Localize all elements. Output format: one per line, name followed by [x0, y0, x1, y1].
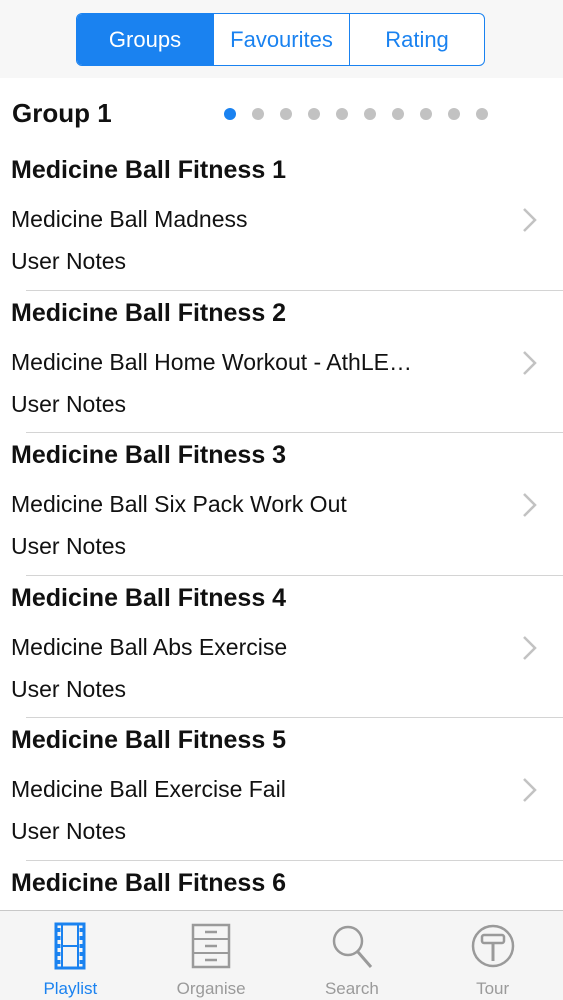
chevron-right-icon: [523, 208, 537, 232]
page-dot[interactable]: [336, 108, 348, 120]
segment-rating[interactable]: Rating: [349, 14, 484, 65]
list-item[interactable]: Medicine Ball Fitness 6: [0, 861, 563, 911]
item-subtitle: Medicine Ball Abs Exercise: [11, 633, 288, 660]
page-dot[interactable]: [476, 108, 488, 120]
list-item[interactable]: Medicine Ball Fitness 3 Medicine Ball Six…: [0, 433, 563, 576]
item-subtitle: Medicine Ball Exercise Fail: [11, 776, 286, 802]
tab-tour[interactable]: Tour: [422, 911, 563, 1000]
item-title: Medicine Ball Fitness 2: [11, 298, 287, 327]
magnifier-icon: [332, 925, 373, 968]
chevron-right-icon: [523, 778, 537, 802]
tab-search[interactable]: Search: [282, 911, 423, 1000]
tab-organise[interactable]: Organise: [141, 911, 282, 1000]
tab-bar: Playlist Organise Search Tour: [0, 910, 563, 1000]
view-segmented-control: Groups Favourites Rating: [76, 13, 485, 66]
item-title: Medicine Ball Fitness 4: [11, 583, 287, 612]
item-title: Medicine Ball Fitness 3: [11, 441, 287, 469]
tab-organise-label: Organise: [176, 979, 246, 998]
list-item[interactable]: Medicine Ball Fitness 1 Medicine Ball Mad…: [0, 148, 563, 291]
page-dot[interactable]: [280, 108, 292, 120]
item-subtitle: Medicine Ball Madness: [11, 206, 248, 232]
item-subtitle: Medicine Ball Six Pack Work Out: [11, 491, 347, 517]
tour-sign-icon: [471, 924, 514, 968]
page-dot[interactable]: [252, 108, 264, 120]
tab-tour-label: Tour: [476, 979, 510, 998]
list-item[interactable]: Medicine Ball Fitness 2 Medicine Ball Hom…: [0, 291, 563, 433]
page-indicator[interactable]: [224, 108, 488, 120]
item-notes: User Notes: [11, 818, 127, 844]
tab-playlist-label: Playlist: [43, 979, 98, 998]
segment-favourites[interactable]: Favourites: [213, 14, 349, 65]
tab-search-label: Search: [324, 979, 379, 998]
page-dot[interactable]: [448, 108, 460, 120]
segment-groups[interactable]: Groups: [77, 14, 213, 65]
playlist-list: Medicine Ball Fitness 1 Medicine Ball Mad…: [0, 148, 563, 910]
item-subtitle: Medicine Ball Home Workout - AthLE…: [11, 348, 412, 375]
filing-cabinet-icon: [191, 923, 231, 969]
page-dot[interactable]: [308, 108, 320, 120]
list-item[interactable]: Medicine Ball Fitness 5 Medicine Ball Exe…: [0, 718, 563, 861]
chevron-right-icon: [523, 635, 537, 660]
item-notes: User Notes: [11, 675, 127, 702]
item-title: Medicine Ball Fitness 5: [11, 726, 287, 754]
list-item[interactable]: Medicine Ball Fitness 4 Medicine Ball Abs…: [0, 576, 563, 718]
item-title: Medicine Ball Fitness 6: [11, 868, 287, 897]
tab-playlist[interactable]: Playlist: [0, 911, 141, 1000]
page-dot[interactable]: [392, 108, 404, 120]
chevron-right-icon: [523, 493, 537, 517]
page-dot[interactable]: [224, 108, 236, 120]
film-strip-icon: [54, 922, 86, 970]
item-notes: User Notes: [11, 390, 127, 417]
chevron-right-icon: [523, 350, 537, 375]
page-dot[interactable]: [364, 108, 376, 120]
page-dot[interactable]: [420, 108, 432, 120]
item-title: Medicine Ball Fitness 1: [11, 156, 287, 184]
group-title: Group 1: [12, 98, 112, 128]
item-notes: User Notes: [11, 533, 127, 559]
top-bar: Groups Favourites Rating: [0, 0, 563, 78]
item-notes: User Notes: [11, 248, 127, 274]
